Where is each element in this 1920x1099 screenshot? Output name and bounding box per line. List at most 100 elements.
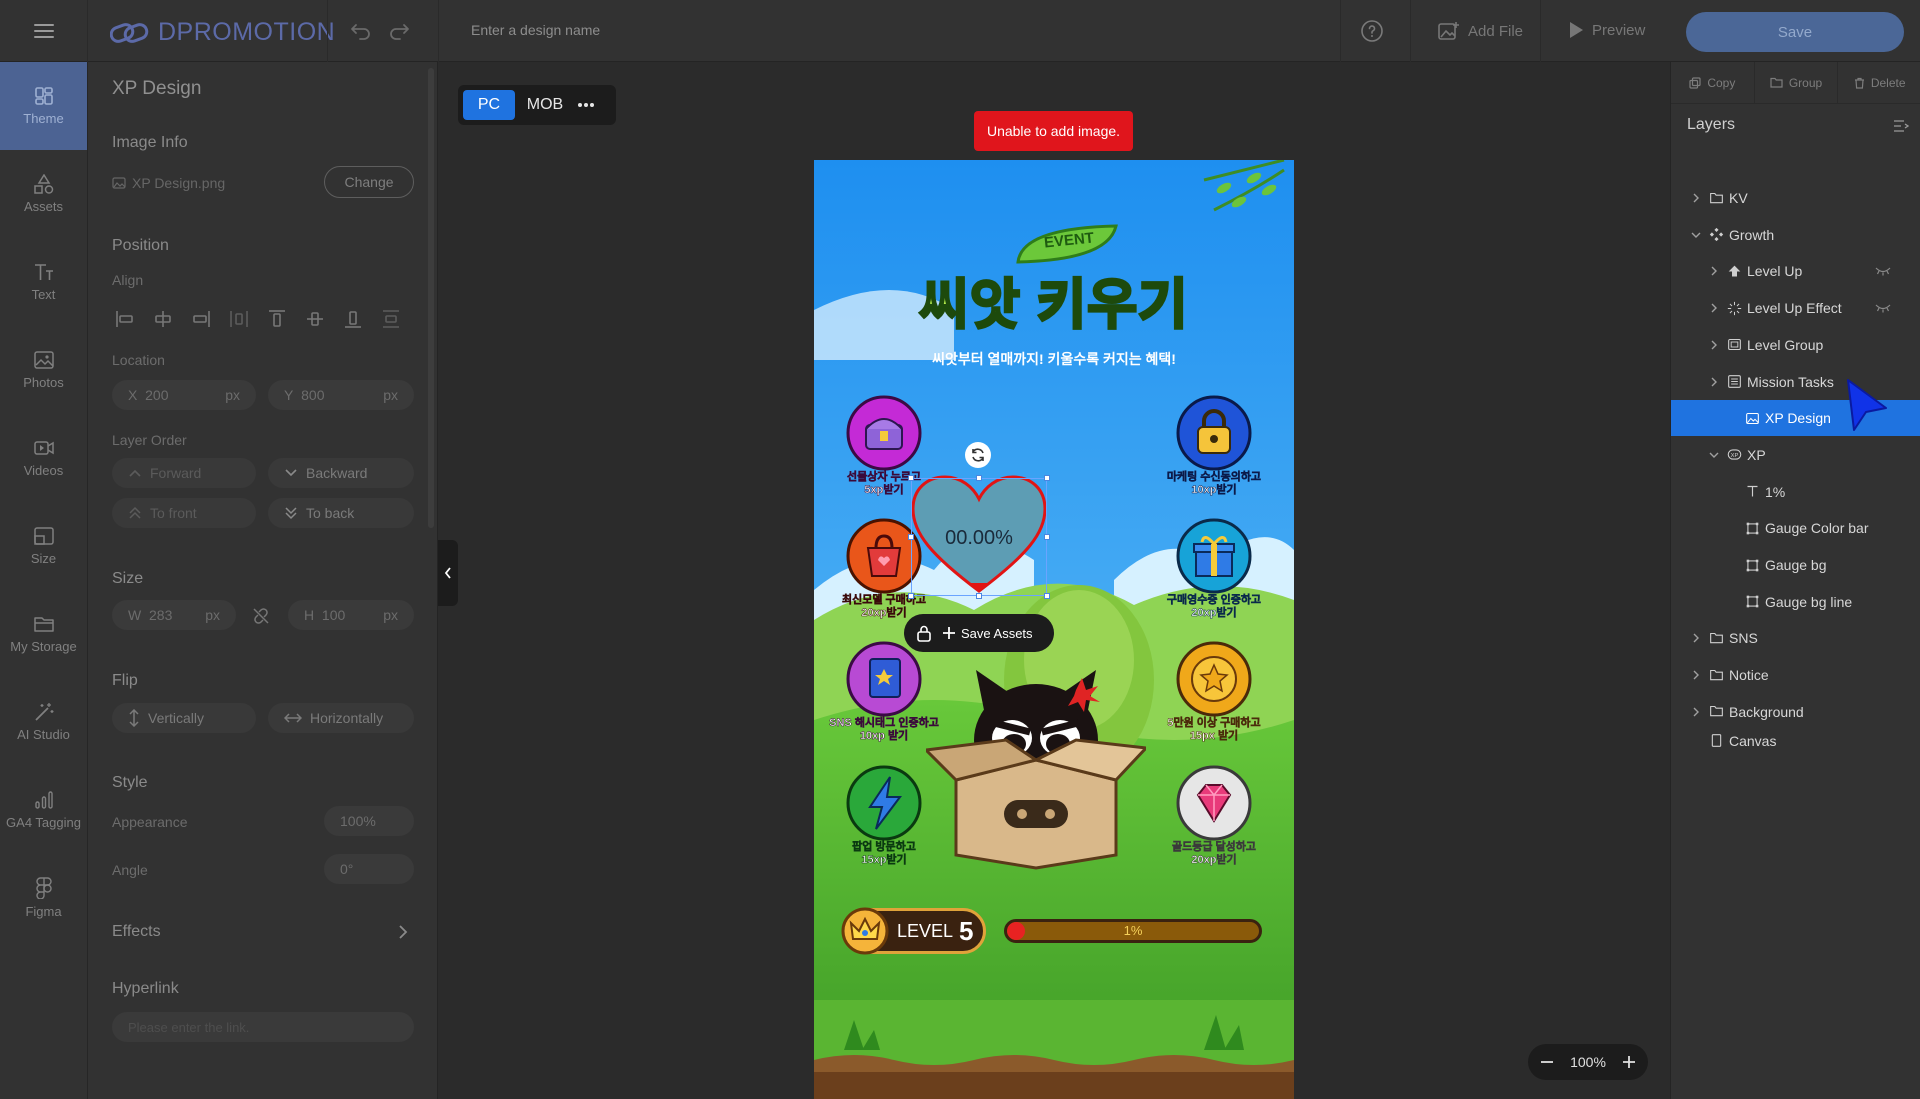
mission-item[interactable]: 구매영수증 인증하고 20xp받기 [1154,518,1274,620]
collapse-panel-button[interactable] [438,540,458,606]
appearance-label: Appearance [112,814,188,830]
chevron-right-icon[interactable] [1710,339,1718,351]
appearance-field[interactable]: 100% [324,806,414,836]
lock-icon[interactable] [916,624,932,642]
nav-item-ai-studio[interactable]: AI Studio [0,678,87,766]
chevron-right-icon[interactable] [1692,669,1700,681]
change-image-button[interactable]: Change [324,166,414,198]
selection-box[interactable] [911,478,1047,596]
add-file-button[interactable]: Add File [1438,21,1523,41]
nav-item-size[interactable]: Size [0,502,87,590]
backward-button[interactable]: Backward [268,458,414,488]
chevron-right-icon[interactable] [1692,192,1700,204]
layer-row[interactable]: Level Group [1671,327,1920,363]
align-middle-v-icon[interactable] [304,308,326,330]
mission-item[interactable]: 5만원 이상 구매하고 15px 받기 [1154,641,1274,743]
to-back-button[interactable]: To back [268,498,414,528]
delete-button[interactable]: Delete [1838,62,1920,103]
resize-handle[interactable] [1044,593,1050,599]
nav-item-photos[interactable]: Photos [0,326,87,414]
distribute-v-icon[interactable] [380,308,402,330]
folder-icon [1709,669,1723,680]
shape-icon [1746,559,1758,571]
group-button[interactable]: Group [1755,62,1839,103]
save-assets-button[interactable]: Save Assets [942,626,1033,641]
hyperlink-input[interactable]: Please enter the link. [112,1012,414,1042]
resize-handle[interactable] [908,534,914,540]
nav-item-theme[interactable]: Theme [0,62,87,150]
align-top-icon[interactable] [266,308,288,330]
mission-item[interactable]: 골드등급 달성하고 20xp받기 [1154,765,1274,867]
undo-icon[interactable] [350,20,372,40]
align-center-h-icon[interactable] [152,308,174,330]
resize-handle[interactable] [976,475,982,481]
distribute-h-icon[interactable] [228,308,250,330]
layer-row[interactable]: Gauge Color bar [1671,510,1920,546]
redo-icon[interactable] [388,20,410,40]
angle-field[interactable]: 0° [324,854,414,884]
resize-handle[interactable] [908,475,914,481]
chevron-right-icon[interactable] [1692,706,1700,718]
flip-horizontal-button[interactable]: Horizontally [268,703,414,733]
nav-item-ga4-tagging[interactable]: GA4 Tagging [0,766,87,854]
mission-item[interactable]: 마케팅 수신동의하고 10xp받기 [1154,395,1274,497]
resize-handle[interactable] [908,593,914,599]
mob-view-button[interactable]: MOB [521,90,569,120]
more-icon[interactable] [575,90,597,120]
chevron-right-icon[interactable] [1710,376,1718,388]
forward-button[interactable]: Forward [112,458,256,488]
chevron-right-icon[interactable] [1710,265,1718,277]
app-logo[interactable]: DPROMOTION [110,18,335,47]
panel-scrollbar[interactable] [428,68,434,528]
layer-row[interactable]: Canvas [1671,723,1920,759]
align-left-icon[interactable] [114,308,136,330]
layer-row[interactable]: Gauge bg [1671,547,1920,583]
nav-item-assets[interactable]: Assets [0,150,87,238]
flip-vertical-button[interactable]: Vertically [112,703,256,733]
y-field[interactable]: Y 800 px [268,380,414,410]
layer-row[interactable]: 1% [1671,474,1920,510]
effects-row[interactable]: Effects [88,910,428,954]
zoom-out-icon[interactable] [1540,1055,1554,1069]
height-field[interactable]: H 100 px [288,600,414,630]
layer-row[interactable]: Notice [1671,657,1920,693]
copy-button[interactable]: Copy [1671,62,1755,103]
hidden-eye-icon[interactable] [1875,303,1891,313]
nav-item-my-storage[interactable]: My Storage [0,590,87,678]
align-bottom-icon[interactable] [342,308,364,330]
artboard[interactable]: EVENT 씨앗 키우기 씨앗부터 열매까지! 키울수록 커지는 혜택! 선물상… [814,160,1294,1099]
resize-handle[interactable] [1044,534,1050,540]
layer-row[interactable]: XP XP [1671,437,1920,473]
nav-item-figma[interactable]: Figma [0,854,87,942]
to-front-button[interactable]: To front [112,498,256,528]
x-field[interactable]: X 200 px [112,380,256,410]
hidden-eye-icon[interactable] [1875,266,1891,276]
nav-item-text[interactable]: Text [0,238,87,326]
layer-row[interactable]: SNS [1671,620,1920,656]
align-right-icon[interactable] [190,308,212,330]
nav-item-videos[interactable]: Videos [0,414,87,502]
layer-row[interactable]: KV [1671,180,1920,216]
layer-row[interactable]: Level Up Effect [1671,290,1920,326]
rotate-handle[interactable] [965,442,991,468]
collapse-all-icon[interactable] [1893,119,1909,133]
chevron-right-icon[interactable] [1692,632,1700,644]
layer-row[interactable]: Gauge bg line [1671,584,1920,620]
resize-handle[interactable] [976,593,982,599]
zoom-in-icon[interactable] [1622,1055,1636,1069]
width-field[interactable]: W 283 px [112,600,236,630]
design-name-input[interactable]: Enter a design name [471,22,600,38]
aspect-lock-button[interactable] [251,607,271,625]
help-button[interactable] [1360,19,1384,43]
mission-item[interactable]: 팝업 방문하고 15xp받기 [834,765,934,867]
preview-button[interactable]: Preview [1568,21,1645,39]
layer-row[interactable]: Growth [1671,217,1920,253]
menu-button[interactable] [0,0,88,62]
resize-handle[interactable] [1044,475,1050,481]
chevron-down-icon[interactable] [1690,231,1702,239]
save-button[interactable]: Save [1686,12,1904,52]
chevron-right-icon[interactable] [1710,302,1718,314]
chevron-down-icon[interactable] [1708,451,1720,459]
pc-view-button[interactable]: PC [463,90,515,120]
layer-row[interactable]: Level Up [1671,253,1920,289]
